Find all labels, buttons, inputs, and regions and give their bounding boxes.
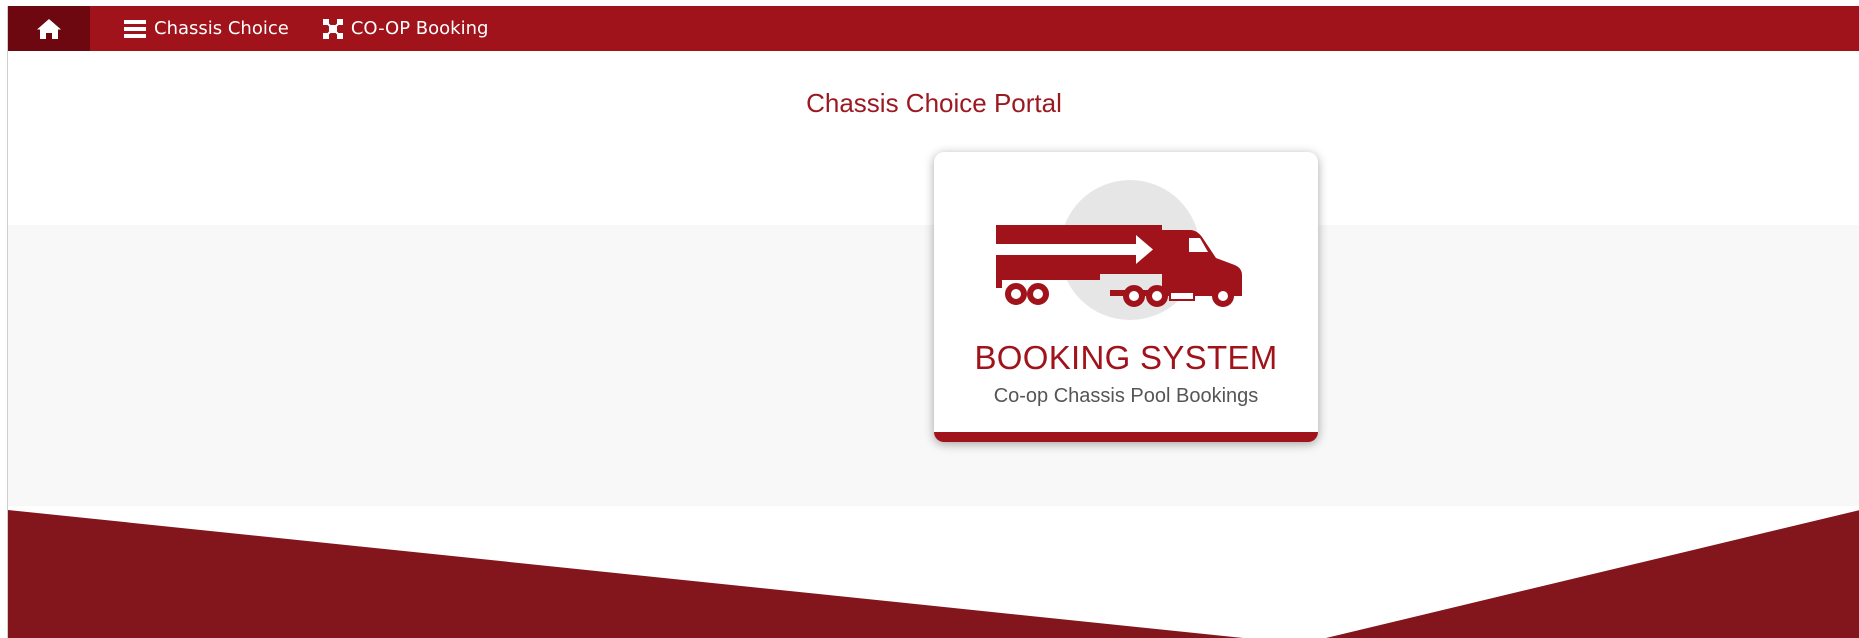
truck-icon	[996, 180, 1242, 320]
network-icon	[322, 18, 343, 39]
card-title: BOOKING SYSTEM	[974, 339, 1278, 376]
nav-coop-booking[interactable]: CO-OP Booking	[322, 6, 489, 51]
page-frame: Chassis Choice CO-OP Booking Chassis Cho…	[7, 6, 1859, 638]
card-subtitle: Co-op Chassis Pool Bookings	[993, 385, 1259, 407]
bottom-decoration	[8, 510, 1859, 638]
menu-icon	[124, 19, 146, 39]
booking-system-card[interactable]: BOOKING SYSTEM Co-op Chassis Pool Bookin…	[934, 152, 1318, 442]
nav-chassis-choice[interactable]: Chassis Choice	[124, 6, 289, 51]
top-nav-bar: Chassis Choice CO-OP Booking	[8, 6, 1859, 51]
card-accent-bar	[934, 432, 1318, 442]
home-button[interactable]	[8, 6, 90, 51]
home-icon	[37, 18, 61, 39]
truck-illustration	[934, 180, 1318, 325]
nav-chassis-choice-label: Chassis Choice	[154, 18, 289, 39]
nav-coop-booking-label: CO-OP Booking	[350, 18, 489, 39]
portal-title: Chassis Choice Portal	[806, 88, 1062, 118]
